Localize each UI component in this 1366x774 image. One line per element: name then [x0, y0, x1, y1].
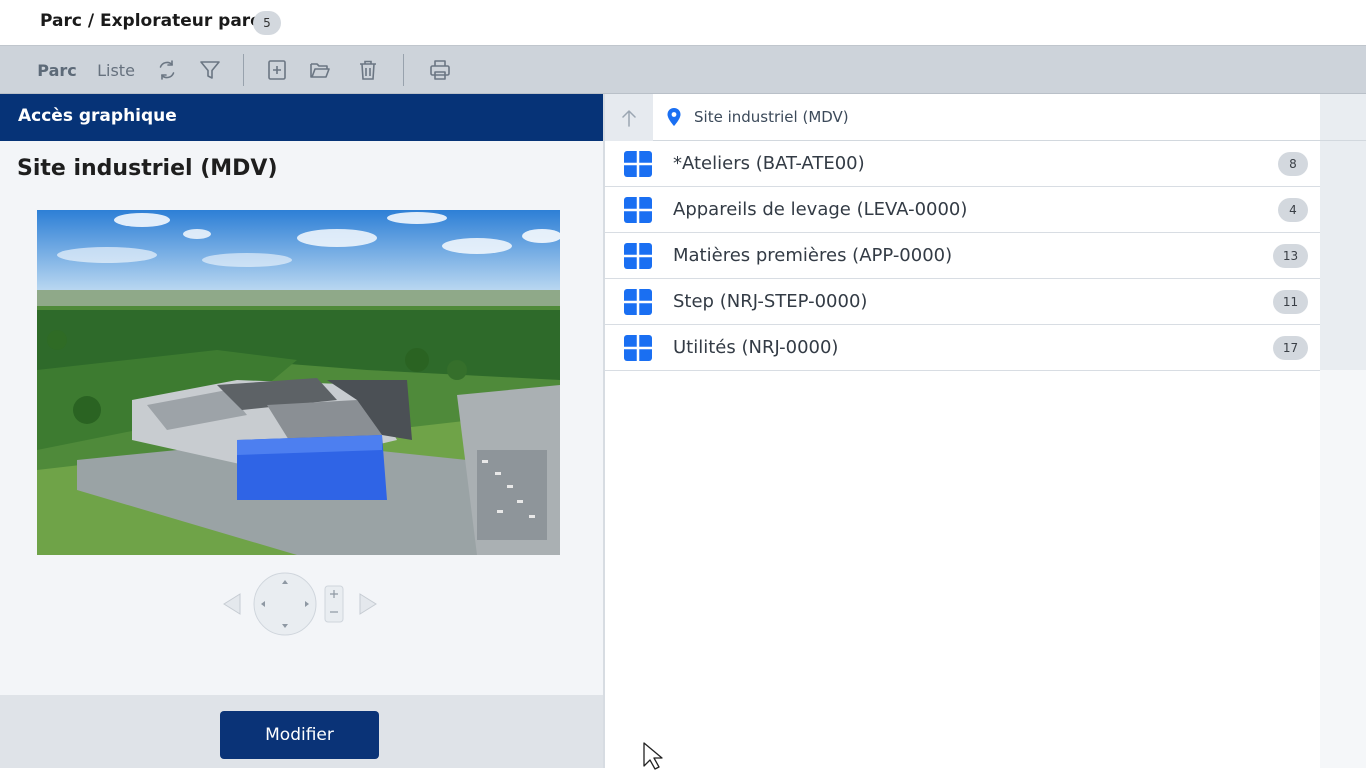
list-item[interactable]: Step (NRJ-STEP-0000) 11	[605, 279, 1320, 325]
list-item-label: Utilités (NRJ-0000)	[673, 337, 839, 358]
grid-icon	[624, 151, 652, 177]
grid-icon	[624, 243, 652, 269]
grid-icon	[624, 335, 652, 361]
list-item[interactable]: Appareils de levage (LEVA-0000) 4	[605, 187, 1320, 233]
list-item-label: Step (NRJ-STEP-0000)	[673, 291, 868, 312]
map-navigation-control	[222, 572, 378, 636]
add-icon[interactable]	[264, 46, 290, 94]
list-item-label: Matières premières (APP-0000)	[673, 245, 953, 266]
list-item-count: 8	[1278, 152, 1308, 176]
delete-icon[interactable]	[355, 46, 381, 94]
toolbar-separator	[243, 54, 244, 86]
zoom-control-icon[interactable]	[324, 585, 344, 623]
pan-joystick-icon[interactable]	[253, 572, 317, 636]
modify-button[interactable]: Modifier	[220, 711, 379, 759]
pan-left-icon[interactable]	[223, 593, 241, 615]
site-aerial-image[interactable]	[37, 210, 560, 555]
list-item-count: 4	[1278, 198, 1308, 222]
mouse-cursor-icon	[642, 742, 674, 770]
page-title: Parc / Explorateur parc	[40, 11, 261, 31]
open-folder-icon[interactable]	[306, 46, 334, 94]
grid-icon	[624, 197, 652, 223]
title-bar: Parc / Explorateur parc 5	[0, 0, 1366, 45]
list-item-label: Appareils de levage (LEVA-0000)	[673, 199, 968, 220]
navigate-up-icon[interactable]	[605, 94, 653, 141]
toolbar-separator	[403, 54, 404, 86]
view-parc-tab[interactable]: Parc	[37, 46, 76, 94]
panel-header: Accès graphique	[0, 94, 603, 141]
print-icon[interactable]	[426, 46, 454, 94]
list-item-count: 11	[1273, 290, 1308, 314]
pan-right-icon[interactable]	[359, 593, 377, 615]
list-item-count: 17	[1273, 336, 1308, 360]
list-item[interactable]: Utilités (NRJ-0000) 17	[605, 325, 1320, 371]
panel-footer: Modifier	[0, 695, 603, 768]
title-count-badge: 5	[253, 11, 281, 35]
graphic-access-panel: Accès graphique Site industriel (MDV) Mo…	[0, 94, 603, 768]
filter-icon[interactable]	[196, 46, 224, 94]
refresh-icon[interactable]	[154, 46, 180, 94]
list-item-label: *Ateliers (BAT-ATE00)	[673, 153, 865, 174]
location-pin-icon	[667, 108, 681, 130]
current-path: Site industriel (MDV)	[694, 108, 849, 126]
list-item[interactable]: *Ateliers (BAT-ATE00) 8	[605, 141, 1320, 187]
list-item-count: 13	[1273, 244, 1308, 268]
list-item[interactable]: Matières premières (APP-0000) 13	[605, 233, 1320, 279]
grid-icon	[624, 289, 652, 315]
toolbar: Parc Liste	[0, 45, 1366, 94]
explorer-list-panel: Site industriel (MDV) *Ateliers (BAT-ATE…	[605, 94, 1366, 768]
path-breadcrumb: Site industriel (MDV)	[605, 94, 1366, 141]
view-liste-tab[interactable]: Liste	[95, 46, 137, 94]
site-title: Site industriel (MDV)	[17, 156, 278, 181]
